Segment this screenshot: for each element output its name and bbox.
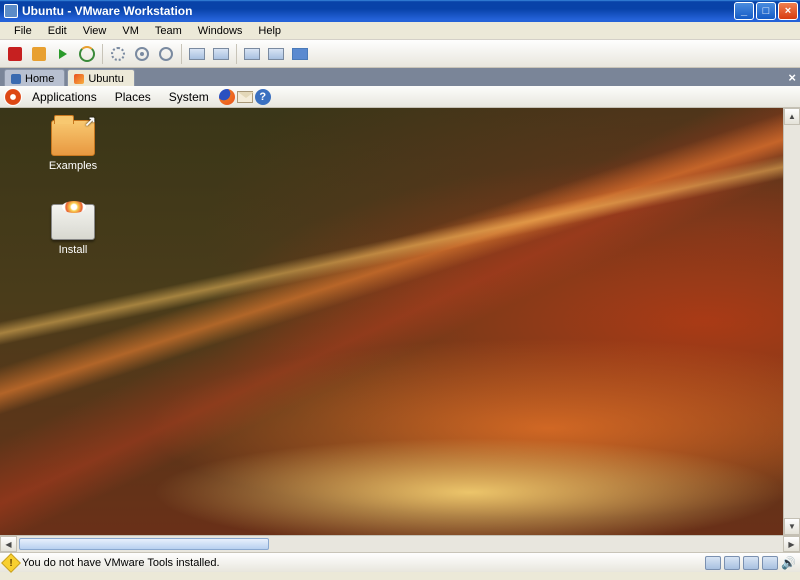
ubuntu-logo-icon[interactable] [4, 88, 22, 106]
power-off-button[interactable] [4, 43, 26, 65]
power-on-button[interactable] [52, 43, 74, 65]
tab-ubuntu-label: Ubuntu [88, 73, 123, 85]
scroll-track[interactable] [784, 125, 800, 518]
separator [102, 44, 103, 64]
app-icon [4, 4, 18, 18]
separator [181, 44, 182, 64]
ubuntu-desktop[interactable]: Examples Install [0, 108, 783, 535]
folder-icon [51, 120, 95, 156]
show-console-button[interactable] [186, 43, 208, 65]
quick-switch-button[interactable] [265, 43, 287, 65]
mail-icon[interactable] [237, 91, 253, 103]
device-tray: 🔊 [705, 556, 796, 570]
menu-windows[interactable]: Windows [190, 24, 251, 38]
device-cd-icon[interactable] [724, 556, 740, 570]
scroll-thumb[interactable] [19, 538, 269, 550]
menu-bar: File Edit View VM Team Windows Help [0, 22, 800, 40]
maximize-button[interactable]: □ [756, 2, 776, 20]
fullscreen-button[interactable] [241, 43, 263, 65]
install-disc-icon [51, 204, 95, 240]
firefox-icon[interactable] [219, 89, 235, 105]
summary-button[interactable] [210, 43, 232, 65]
ubuntu-icon [74, 74, 84, 84]
separator [236, 44, 237, 64]
toolbar [0, 40, 800, 68]
reset-button[interactable] [76, 43, 98, 65]
menu-system[interactable]: System [161, 88, 217, 106]
warning-icon [1, 553, 21, 573]
vertical-scrollbar[interactable]: ▲ ▼ [783, 108, 800, 535]
menu-applications[interactable]: Applications [24, 88, 105, 106]
window-title: Ubuntu - VMware Workstation [22, 4, 734, 18]
tab-ubuntu[interactable]: Ubuntu [67, 69, 134, 86]
status-bar: You do not have VMware Tools installed. … [0, 552, 800, 572]
snapshot-manager-button[interactable] [131, 43, 153, 65]
unity-button[interactable] [289, 43, 311, 65]
vm-display-area: Examples Install ▲ ▼ [0, 108, 800, 535]
close-tab-button[interactable]: × [788, 70, 796, 85]
help-icon[interactable]: ? [255, 89, 271, 105]
scroll-right-button[interactable]: ▶ [783, 536, 800, 552]
device-floppy-icon[interactable] [743, 556, 759, 570]
tab-home-label: Home [25, 73, 54, 85]
scroll-up-button[interactable]: ▲ [784, 108, 800, 125]
device-hdd-icon[interactable] [705, 556, 721, 570]
window-buttons: _ □ × [734, 2, 798, 20]
menu-edit[interactable]: Edit [40, 24, 75, 38]
home-icon [11, 74, 21, 84]
ubuntu-panel: Applications Places System ? [0, 86, 800, 108]
revert-button[interactable] [155, 43, 177, 65]
icon-label: Examples [38, 160, 108, 172]
tab-home[interactable]: Home [4, 69, 65, 86]
device-network-icon[interactable] [762, 556, 778, 570]
menu-help[interactable]: Help [250, 24, 289, 38]
menu-places[interactable]: Places [107, 88, 159, 106]
scroll-left-button[interactable]: ◀ [0, 536, 17, 552]
icon-label: Install [38, 244, 108, 256]
vm-tab-bar: Home Ubuntu × [0, 68, 800, 86]
menu-view[interactable]: View [75, 24, 115, 38]
close-button[interactable]: × [778, 2, 798, 20]
menu-vm[interactable]: VM [114, 24, 147, 38]
device-sound-icon[interactable]: 🔊 [781, 556, 796, 570]
scroll-track[interactable] [271, 536, 783, 552]
menu-file[interactable]: File [6, 24, 40, 38]
minimize-button[interactable]: _ [734, 2, 754, 20]
horizontal-scrollbar[interactable]: ◀ ▶ [0, 535, 800, 552]
menu-team[interactable]: Team [147, 24, 190, 38]
suspend-button[interactable] [28, 43, 50, 65]
window-titlebar: Ubuntu - VMware Workstation _ □ × [0, 0, 800, 22]
desktop-icon-install[interactable]: Install [38, 204, 108, 256]
scroll-down-button[interactable]: ▼ [784, 518, 800, 535]
desktop-icon-examples[interactable]: Examples [38, 120, 108, 172]
status-message[interactable]: You do not have VMware Tools installed. [22, 557, 701, 569]
snapshot-button[interactable] [107, 43, 129, 65]
